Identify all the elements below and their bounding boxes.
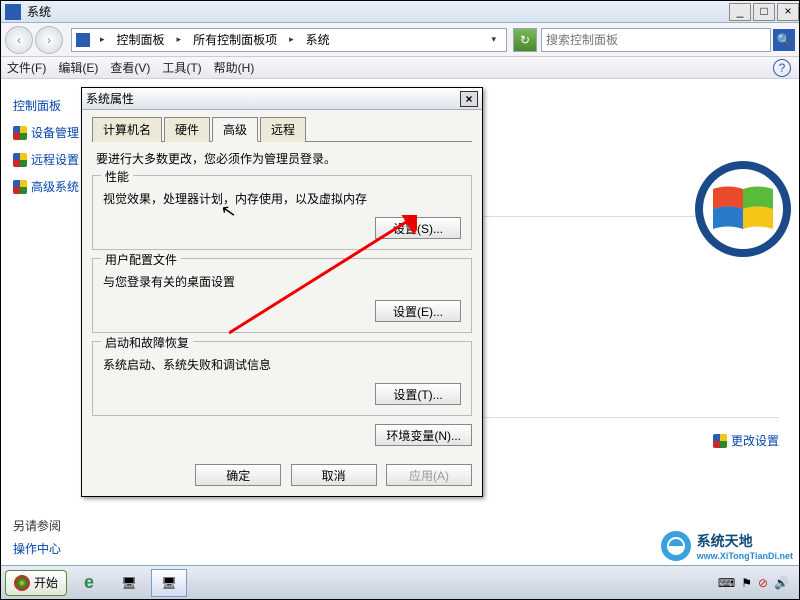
menu-edit[interactable]: 编辑(E) (58, 59, 98, 76)
shield-icon (713, 434, 727, 448)
menu-tools[interactable]: 工具(T) (162, 59, 201, 76)
shield-icon (13, 126, 27, 140)
system-icon: 🖥 (161, 576, 176, 590)
close-button[interactable]: × (777, 3, 799, 21)
tray-keyboard-icon[interactable]: ⌨ (718, 576, 735, 590)
taskbar-item-monitor[interactable]: 🖥 (111, 569, 147, 597)
taskbar-item-ie[interactable]: e (71, 569, 107, 597)
breadcrumb-item[interactable]: 所有控制面板项 (187, 31, 283, 48)
user-profile-desc: 与您登录有关的桌面设置 (103, 273, 461, 290)
performance-settings-button[interactable]: 设置(S)... (375, 217, 461, 239)
watermark-icon (659, 529, 693, 563)
startup-recovery-group: 启动和故障恢复 系统启动、系统失败和调试信息 设置(T)... (92, 341, 472, 416)
menu-file[interactable]: 文件(F) (7, 59, 46, 76)
cancel-button[interactable]: 取消 (291, 464, 377, 486)
apply-button[interactable]: 应用(A) (386, 464, 472, 486)
chevron-right-icon[interactable]: ▸ (94, 34, 111, 45)
dialog-titlebar[interactable]: 系统属性 × (82, 88, 482, 110)
tab-hardware[interactable]: 硬件 (164, 117, 210, 142)
user-profile-settings-button[interactable]: 设置(E)... (375, 300, 461, 322)
start-label: 开始 (34, 574, 58, 591)
shield-icon (13, 180, 27, 194)
menu-help[interactable]: 帮助(H) (214, 59, 255, 76)
tray-network-icon[interactable]: ⊘ (758, 576, 768, 590)
ie-icon: e (84, 572, 94, 593)
search-box[interactable] (541, 28, 771, 52)
tab-computer-name[interactable]: 计算机名 (92, 117, 162, 142)
watermark-url: www.XiTongTianDi.net (697, 551, 793, 561)
tab-advanced[interactable]: 高级 (212, 117, 258, 142)
nav-bar: ‹ › ▸ 控制面板 ▸ 所有控制面板项 ▸ 系统 ▾ ↻ 🔍 (1, 23, 799, 57)
shield-icon (13, 153, 27, 167)
help-icon[interactable]: ? (773, 59, 791, 77)
tab-remote[interactable]: 远程 (260, 117, 306, 142)
system-properties-dialog: 系统属性 × 计算机名 硬件 高级 远程 要进行大多数更改，您必须作为管理员登录… (81, 87, 483, 497)
change-settings-label: 更改设置 (731, 432, 779, 449)
ok-button[interactable]: 确定 (195, 464, 281, 486)
user-profile-group: 用户配置文件 与您登录有关的桌面设置 设置(E)... (92, 258, 472, 333)
chevron-right-icon[interactable]: ▸ (171, 34, 188, 45)
see-also-head: 另请参阅 (13, 517, 61, 534)
environment-variables-button[interactable]: 环境变量(N)... (375, 424, 472, 446)
watermark-brand: 系统天地 (697, 531, 793, 551)
user-profile-legend: 用户配置文件 (101, 251, 181, 268)
performance-group: 性能 视觉效果，处理器计划，内存使用，以及虚拟内存 设置(S)... (92, 175, 472, 250)
minimize-button[interactable]: _ (729, 3, 751, 21)
refresh-button[interactable]: ↻ (513, 28, 537, 52)
watermark: 系统天地 www.XiTongTianDi.net (659, 529, 793, 563)
menu-bar: 文件(F) 编辑(E) 查看(V) 工具(T) 帮助(H) ? (1, 57, 799, 79)
performance-legend: 性能 (101, 168, 133, 185)
chevron-down-icon[interactable]: ▾ (485, 34, 502, 45)
taskbar-item-system[interactable]: 🖥 (151, 569, 187, 597)
app-icon (5, 4, 21, 20)
see-also-link[interactable]: 操作中心 (13, 540, 61, 557)
tray-volume-icon[interactable]: 🔊 (774, 576, 789, 590)
dialog-tabs: 计算机名 硬件 高级 远程 (92, 116, 472, 142)
start-button[interactable]: 开始 (5, 570, 67, 596)
back-button[interactable]: ‹ (5, 26, 33, 54)
system-tray: ⌨ ⚑ ⊘ 🔊 (718, 576, 795, 590)
window-title: 系统 (27, 3, 727, 20)
sidebar-item-label: 远程设置 (31, 151, 79, 168)
dialog-title: 系统属性 (86, 90, 460, 107)
search-go-button[interactable]: 🔍 (773, 29, 795, 51)
admin-note: 要进行大多数更改，您必须作为管理员登录。 (96, 150, 468, 167)
menu-view[interactable]: 查看(V) (110, 59, 150, 76)
windows-orb-icon (14, 575, 30, 591)
see-also: 另请参阅 操作中心 (13, 517, 61, 557)
maximize-button[interactable]: □ (753, 3, 775, 21)
sidebar-item-label: 高级系统 (31, 178, 79, 195)
breadcrumb-icon (76, 33, 90, 47)
startup-recovery-desc: 系统启动、系统失败和调试信息 (103, 356, 461, 373)
breadcrumb-item[interactable]: 系统 (300, 31, 336, 48)
change-settings-link[interactable]: 更改设置 (713, 432, 779, 449)
monitor-icon: 🖥 (121, 576, 136, 590)
forward-button[interactable]: › (35, 26, 63, 54)
window-titlebar: 系统 _ □ × (1, 1, 799, 23)
startup-recovery-legend: 启动和故障恢复 (101, 334, 193, 351)
startup-recovery-settings-button[interactable]: 设置(T)... (375, 383, 461, 405)
windows-logo-icon (693, 159, 793, 259)
chevron-right-icon[interactable]: ▸ (283, 34, 300, 45)
dialog-close-button[interactable]: × (460, 91, 478, 107)
tray-flag-icon[interactable]: ⚑ (741, 576, 752, 590)
taskbar: 开始 e 🖥 🖥 ⌨ ⚑ ⊘ 🔊 (1, 565, 799, 599)
sidebar-item-label: 设备管理 (31, 124, 79, 141)
breadcrumb[interactable]: ▸ 控制面板 ▸ 所有控制面板项 ▸ 系统 ▾ (71, 28, 507, 52)
performance-desc: 视觉效果，处理器计划，内存使用，以及虚拟内存 (103, 190, 461, 207)
search-input[interactable] (546, 33, 766, 47)
breadcrumb-item[interactable]: 控制面板 (111, 31, 171, 48)
